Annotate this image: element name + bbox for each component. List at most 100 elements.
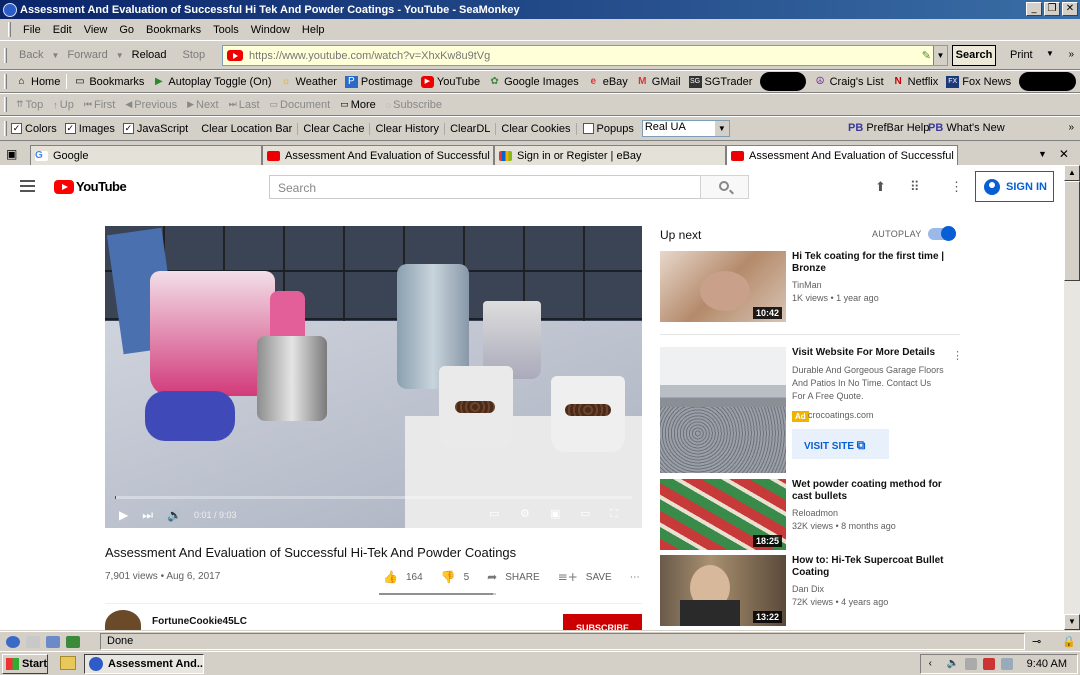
tab-google[interactable]: G Google	[30, 145, 262, 165]
toolbar-overflow-icon[interactable]: »	[1068, 49, 1074, 60]
toolbar-grip[interactable]	[4, 74, 7, 89]
chevron-left-icon[interactable]: ‹	[929, 658, 941, 670]
volume-icon[interactable]: 🔊	[167, 508, 182, 522]
network-icon[interactable]	[964, 658, 977, 670]
clear-location-bar-button[interactable]: Clear Location Bar	[196, 122, 299, 135]
reload-button[interactable]: Reload	[124, 49, 175, 61]
security-alert-icon[interactable]	[982, 658, 995, 670]
bookmark-youtube[interactable]: ▶ YouTube	[417, 75, 484, 88]
video-thumbnail[interactable]: 10:42	[660, 251, 786, 322]
apps-grid-icon[interactable]: ⠿	[910, 179, 920, 195]
toolbar-grip[interactable]	[4, 121, 7, 136]
close-tab-icon[interactable]: ✕	[1059, 147, 1069, 161]
subscribe-button[interactable]: SUBSCRIBE	[563, 614, 642, 630]
bookmark-fox-news[interactable]: FX Fox News	[942, 75, 1015, 88]
mail-icon[interactable]	[26, 635, 40, 648]
video-progress-bar[interactable]	[115, 496, 632, 499]
sitenav-last[interactable]: ⏭ Last	[224, 99, 265, 111]
address-book-icon[interactable]	[66, 635, 80, 648]
popups-checkbox[interactable]: Popups	[582, 123, 634, 135]
upload-icon[interactable]: ⬆	[875, 179, 886, 195]
scrollbar-thumb[interactable]	[1064, 181, 1080, 281]
back-button[interactable]: Back	[11, 49, 51, 61]
scroll-up-icon[interactable]: ▲	[1064, 165, 1080, 181]
url-text[interactable]: https://www.youtube.com/watch?v=XhxKw8u9…	[249, 50, 490, 62]
more-vert-icon[interactable]: ⋮	[952, 349, 963, 362]
redacted-bookmark[interactable]	[760, 72, 806, 91]
bookmark-google-images[interactable]: ✿ Google Images	[484, 76, 583, 88]
like-button[interactable]: 👍 164	[383, 570, 423, 584]
colors-checkbox[interactable]: ✓ Colors	[11, 123, 57, 135]
restore-button[interactable]: ❐	[1044, 2, 1060, 16]
sitenav-more[interactable]: ▭ More	[335, 99, 381, 111]
cleardl-button[interactable]: ClearDL	[445, 122, 497, 135]
menu-tools[interactable]: Tools	[207, 24, 245, 36]
captions-icon[interactable]: ▭	[489, 507, 499, 520]
whats-new-link[interactable]: PB What's New	[928, 122, 1005, 134]
fullscreen-icon[interactable]: ⛶	[610, 507, 618, 521]
bookmark-sgtrader[interactable]: SG SGTrader	[685, 75, 757, 88]
toolbar-grip[interactable]	[8, 22, 11, 37]
online-status-icon[interactable]: ⊸	[1032, 635, 1041, 648]
clear-cache-button[interactable]: Clear Cache	[298, 122, 371, 135]
visit-site-button[interactable]: VISIT SITE ⧉	[792, 429, 889, 459]
new-tab-icon[interactable]: ▣	[0, 147, 30, 161]
share-button[interactable]: ➦ SHARE	[487, 570, 540, 584]
menu-go[interactable]: Go	[113, 24, 140, 36]
tab-youtube-1[interactable]: Assessment And Evaluation of Successful …	[262, 145, 494, 165]
menu-help[interactable]: Help	[296, 24, 331, 36]
bookmark-netflix[interactable]: N Netflix	[888, 76, 943, 88]
dislike-button[interactable]: 👎 5	[441, 570, 470, 584]
ad-title[interactable]: Visit Website For More Details	[792, 347, 957, 359]
miniplayer-icon[interactable]: ▣	[550, 507, 560, 520]
clear-cookies-button[interactable]: Clear Cookies	[496, 122, 577, 135]
search-input[interactable]: Search	[269, 175, 701, 199]
channel-name[interactable]: FortuneCookie45LC	[152, 616, 247, 627]
user-agent-select[interactable]: Real UA ▼	[641, 120, 730, 137]
theater-mode-icon[interactable]: ▭	[580, 507, 590, 520]
close-window-button[interactable]: ✕	[1062, 2, 1078, 16]
play-icon[interactable]: ▶	[119, 508, 128, 522]
menu-edit[interactable]: Edit	[47, 24, 78, 36]
folder-icon[interactable]	[60, 656, 76, 670]
stop-button[interactable]: Stop	[175, 49, 214, 61]
taskbar-seamonkey-window[interactable]: Assessment And...	[84, 654, 204, 674]
ad-card[interactable]: Visit Website For More Details ⋮ Durable…	[660, 347, 963, 473]
sitenav-up[interactable]: ↑ Up	[48, 99, 79, 111]
sitenav-subscribe[interactable]: ◌ Subscribe	[381, 99, 447, 111]
settings-kebab-icon[interactable]: ⋮	[950, 179, 963, 195]
javascript-checkbox[interactable]: ✓ JavaScript	[122, 123, 188, 135]
prefbar-help-link[interactable]: PB PrefBar Help	[848, 122, 929, 134]
sitenav-document[interactable]: ▭ Document	[265, 99, 336, 111]
tab-youtube-active[interactable]: Assessment And Evaluation of Successful …	[726, 145, 958, 165]
redacted-bookmark[interactable]	[1019, 72, 1076, 91]
menu-file[interactable]: File	[17, 24, 47, 36]
recommended-video[interactable]: 10:42 Hi Tek coating for the first time …	[660, 251, 960, 323]
rec-title[interactable]: Wet powder coating method for cast bulle…	[792, 479, 957, 503]
pencil-icon[interactable]: ✎	[922, 49, 931, 62]
bookmark-ebay[interactable]: e eBay	[583, 76, 632, 88]
sitenav-first[interactable]: ⏮ First	[79, 99, 121, 111]
lock-icon[interactable]: 🔒	[1062, 635, 1076, 648]
video-thumbnail[interactable]: 18:25	[660, 479, 786, 550]
page-scrollbar[interactable]: ▲ ▼	[1064, 165, 1080, 630]
forward-dropdown-icon[interactable]: ▼	[116, 51, 124, 60]
search-button[interactable]: Search	[952, 45, 996, 66]
save-button[interactable]: ≡+ SAVE	[558, 570, 612, 584]
sign-in-button[interactable]: SIGN IN	[975, 171, 1054, 202]
more-actions-icon[interactable]: ⋯	[630, 572, 640, 583]
toolbar-grip[interactable]	[4, 97, 7, 112]
bookmark-bookmarks[interactable]: ▭ Bookmarks	[69, 76, 148, 88]
print-button[interactable]: Print	[1010, 49, 1033, 61]
youtube-logo[interactable]: YouTube	[54, 179, 127, 194]
sitenav-previous[interactable]: ◀ Previous	[120, 99, 182, 111]
minimize-button[interactable]: _	[1026, 2, 1042, 16]
tab-ebay[interactable]: Sign in or Register | eBay	[494, 145, 726, 165]
composer-icon[interactable]	[46, 635, 60, 648]
clear-history-button[interactable]: Clear History	[370, 122, 446, 135]
speaker-icon[interactable]: 🔈	[947, 658, 959, 670]
rec-title[interactable]: Hi Tek coating for the first time | Bron…	[792, 251, 957, 275]
images-checkbox[interactable]: ✓ Images	[64, 123, 115, 135]
menu-icon[interactable]	[20, 180, 35, 192]
menu-view[interactable]: View	[78, 24, 114, 36]
